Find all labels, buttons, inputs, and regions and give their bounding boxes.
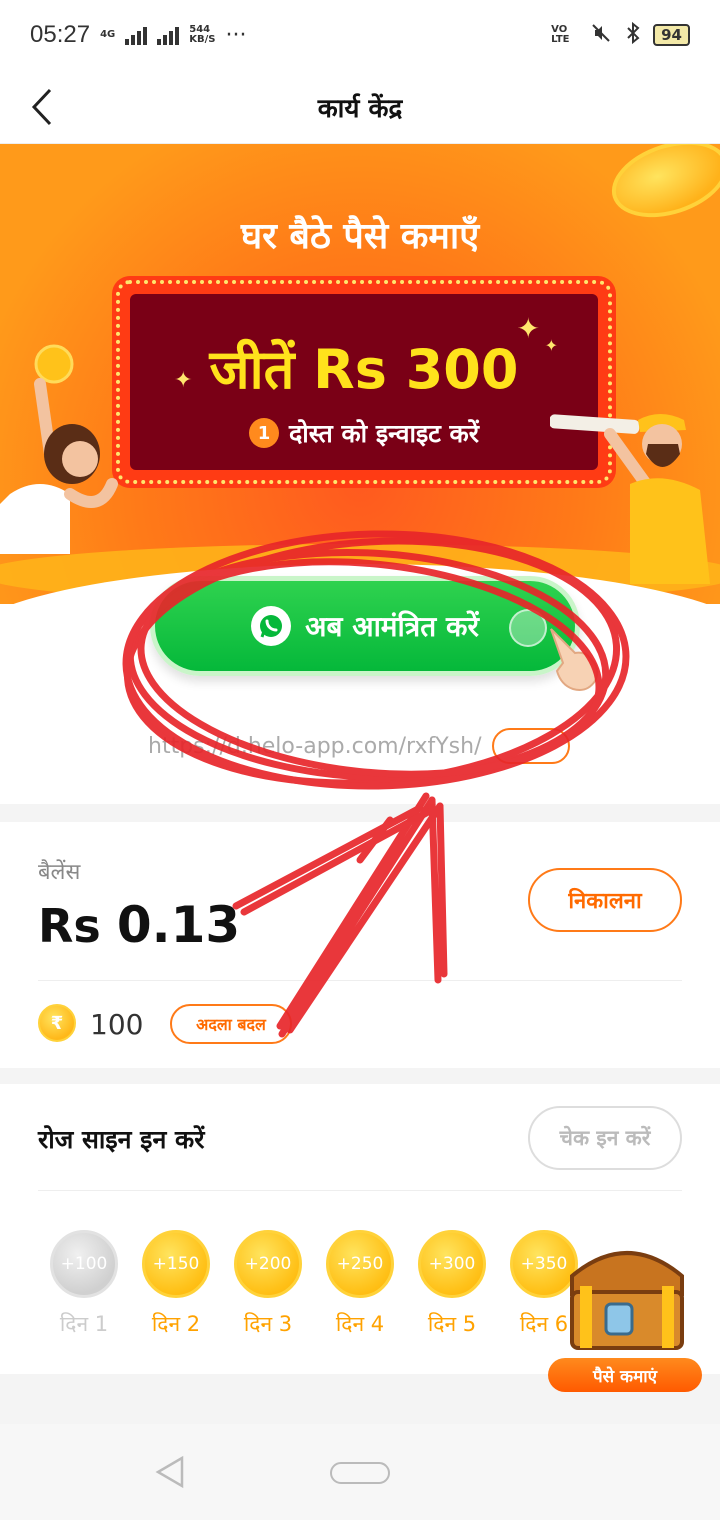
invite-banner: घर बैठे पैसे कमाएँ ✦ ✦ ✦ जीतें Rs 300 1 …	[0, 144, 720, 804]
signal-icon	[125, 25, 148, 45]
earn-money-button[interactable]: पैसे कमाएं	[548, 1358, 702, 1392]
pointing-hand-icon	[550, 628, 599, 691]
tap-indicator	[509, 609, 547, 647]
day-label: दिन 5	[427, 1312, 477, 1336]
treasure-chest-icon[interactable]	[562, 1236, 692, 1352]
balance-amount: 0.13	[116, 896, 241, 954]
balance-card: बैलेंस Rs 0.13 निकालना ₹ 100 अदला बदल	[0, 822, 720, 1068]
invite-count-badge: 1	[249, 418, 280, 448]
divider	[38, 1190, 682, 1191]
signin-title: रोज साइन इन करें	[38, 1125, 205, 1154]
banner-headline: घर बैठे पैसे कमाएँ	[240, 216, 480, 257]
whatsapp-invite-button[interactable]: अब आमंत्रित करें	[150, 576, 599, 691]
mute-icon	[589, 21, 613, 49]
exchange-button[interactable]: अदला बदल	[170, 1004, 292, 1044]
copy-link-button[interactable]	[491, 728, 570, 764]
battery-icon: 94	[653, 24, 690, 46]
status-left: 05:27 4G 544 KB/S ···	[30, 21, 246, 49]
signin-day: +250 दिन 4	[326, 1230, 394, 1338]
invite-button-label: अब आमंत्रित करें	[305, 610, 479, 643]
day-label: दिन 3	[243, 1312, 293, 1336]
day-reward-coin-icon: +150	[142, 1230, 210, 1298]
signal-icon-2	[157, 25, 180, 45]
invite-link-row: https://d.helo-app.com/rxfYsh/	[148, 728, 578, 764]
signin-day: +200 दिन 3	[234, 1230, 302, 1338]
marquee-panel: ✦ ✦ ✦ जीतें Rs 300 1 दोस्त को इन्वाइट कर…	[130, 294, 598, 470]
status-bar: 05:27 4G 544 KB/S ··· VO LTE 94	[0, 0, 720, 70]
day-label: दिन 1	[59, 1312, 109, 1336]
back-button[interactable]	[30, 80, 70, 134]
day-reward-coin-icon: +250	[326, 1230, 394, 1298]
day-reward-coin-icon: +100	[50, 1230, 118, 1298]
reward-marquee: ✦ ✦ ✦ जीतें Rs 300 1 दोस्त को इन्वाइट कर…	[112, 276, 616, 488]
net-speed: 544 KB/S	[189, 24, 216, 45]
day-reward-coin-icon: +200	[234, 1230, 302, 1298]
signin-days: +100 दिन 1 +150 दिन 2 +200 दिन 3 +250 दि…	[50, 1230, 578, 1338]
balance-label: बैलेंस	[38, 860, 81, 885]
invite-requirement-text: दोस्त को इन्वाइट करें	[289, 419, 479, 448]
day-label: दिन 2	[151, 1312, 201, 1336]
invite-requirement: 1 दोस्त को इन्वाइट करें	[130, 416, 598, 450]
balance-value: Rs 0.13	[38, 896, 240, 954]
page-title: कार्य केंद्र	[317, 93, 403, 124]
whatsapp-icon	[251, 606, 292, 646]
coin-count: 100	[90, 1008, 144, 1041]
system-nav-bar	[0, 1424, 720, 1520]
bluetooth-icon	[625, 21, 641, 49]
signin-day: +300 दिन 5	[418, 1230, 486, 1338]
balance-currency: Rs	[38, 899, 101, 953]
back-arrow-icon	[31, 88, 52, 126]
coin-icon: ₹	[38, 1004, 76, 1042]
woman-illustration-icon	[0, 344, 118, 554]
network-type: 4G	[100, 29, 116, 40]
signin-day: +100 दिन 1	[50, 1230, 118, 1338]
nav-home-button[interactable]	[330, 1462, 390, 1484]
divider	[38, 980, 682, 981]
more-icon: ···	[225, 22, 247, 48]
invite-link[interactable]: https://d.helo-app.com/rxfYsh/	[148, 734, 482, 759]
volte-icon: VO LTE	[551, 24, 570, 45]
checkin-button[interactable]: चेक इन करें	[528, 1106, 682, 1170]
win-amount: जीतें Rs 300	[209, 338, 519, 401]
day-label: दिन 6	[519, 1312, 569, 1336]
nav-back-icon[interactable]	[152, 1454, 188, 1490]
day-label: दिन 4	[335, 1312, 385, 1336]
signin-day: +150 दिन 2	[142, 1230, 210, 1338]
status-right: VO LTE 94	[551, 21, 690, 49]
day-reward-coin-icon: +300	[418, 1230, 486, 1298]
status-time: 05:27	[30, 21, 91, 48]
app-header: कार्य केंद्र	[0, 70, 720, 144]
withdraw-button[interactable]: निकालना	[528, 868, 682, 932]
man-telescope-illustration-icon	[550, 414, 710, 584]
